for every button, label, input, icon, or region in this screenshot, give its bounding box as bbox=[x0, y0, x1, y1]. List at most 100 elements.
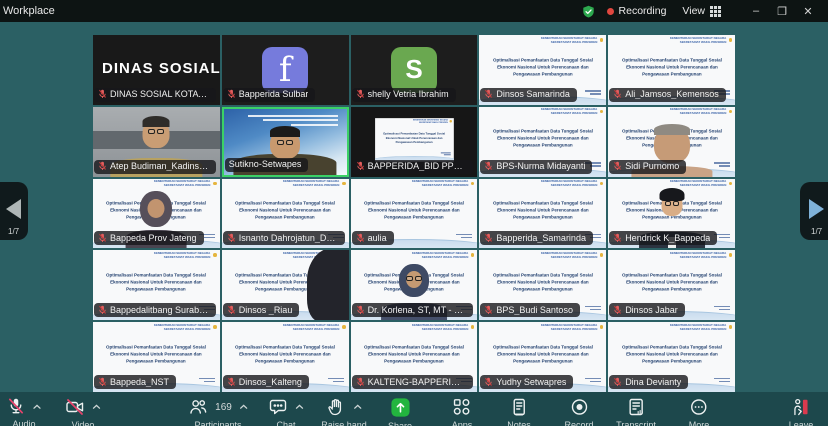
slide-logo-dot bbox=[729, 182, 733, 186]
participant-tile[interactable]: KEMENTERIAN SEKRETARIAT NEGARASEKRETARIA… bbox=[351, 179, 478, 249]
participant-tile[interactable]: KEMENTERIAN SEKRETARIAT NEGARASEKRETARIA… bbox=[351, 322, 478, 392]
muted-mic-icon bbox=[356, 89, 365, 99]
video-icon[interactable] bbox=[65, 397, 85, 417]
slide-title: Optimalisasi Pemanfaatan Data Tunggal So… bbox=[226, 344, 344, 365]
video-gallery-stage: DINAS SOSIAL...DINAS SOSIAL KOTA PALEM..… bbox=[0, 22, 828, 392]
chat-icon[interactable] bbox=[268, 397, 288, 417]
slide-title: Optimalisasi Pemanfaatan Data Tunggal So… bbox=[484, 200, 602, 221]
video-options-caret[interactable] bbox=[92, 404, 101, 410]
previous-page-button[interactable]: 1/7 bbox=[0, 182, 28, 240]
participants-button[interactable]: 169 Participants bbox=[188, 397, 248, 426]
participant-tile[interactable]: KEMENTERIAN SEKRETARIAT NEGARASEKRETARIA… bbox=[93, 322, 220, 392]
slide-logo-dot bbox=[213, 325, 217, 329]
participant-tile[interactable]: KEMENTERIAN SEKRETARIAT NEGARASEKRETARIA… bbox=[479, 250, 606, 320]
more-button[interactable]: More bbox=[689, 397, 710, 426]
participant-tile[interactable]: DINAS SOSIAL...DINAS SOSIAL KOTA PALEM..… bbox=[93, 35, 220, 105]
participant-name-badge: Hendrick K_Bappeda bbox=[609, 231, 717, 245]
apps-button[interactable]: Apps bbox=[452, 397, 473, 426]
participant-tile[interactable]: KEMENTERIAN SEKRETARIAT NEGARASEKRETARIA… bbox=[93, 250, 220, 320]
slide-logo-dot bbox=[342, 182, 346, 186]
participant-tile[interactable]: KEMENTERIAN SEKRETARIAT NEGARASEKRETARIA… bbox=[608, 322, 735, 392]
audio-options-caret[interactable] bbox=[33, 404, 42, 410]
participant-name-badge: BPS_Budi Santoso bbox=[480, 303, 580, 317]
participant-name-label: Dinsos _Riau bbox=[239, 305, 293, 315]
participant-name-badge: Isnanto Dahrojatun_DJPK bbox=[223, 231, 345, 245]
participant-tile[interactable]: KEMENTERIAN SEKRETARIAT NEGARASEKRETARIA… bbox=[608, 35, 735, 105]
slide-footer bbox=[714, 306, 730, 311]
next-page-button[interactable]: 1/7 bbox=[800, 182, 828, 240]
transcript-button[interactable]: Transcript bbox=[616, 397, 656, 426]
notes-button[interactable]: Notes bbox=[507, 397, 531, 426]
participant-tile[interactable]: KEMENTERIAN SEKRETARIAT NEGARASEKRETARIA… bbox=[479, 179, 606, 249]
raise-hand-controls bbox=[326, 397, 362, 417]
transcript-icon[interactable] bbox=[626, 397, 646, 417]
slide-logo-dot bbox=[213, 182, 217, 186]
audio-icon[interactable] bbox=[7, 397, 26, 416]
maximize-button[interactable]: ❐ bbox=[769, 5, 795, 18]
participant-name-label: Atep Budiman_Kadinsos Kot... bbox=[110, 161, 209, 171]
raise-hand-icon[interactable] bbox=[326, 397, 346, 417]
participant-name-badge: BPS-Nurma Midayanti bbox=[480, 160, 592, 174]
participant-tile[interactable]: Atep Budiman_Kadinsos Kot... bbox=[93, 107, 220, 177]
slide-header-line2: SEKRETARIAT WAKIL PRESIDEN bbox=[551, 40, 598, 43]
glasses-icon bbox=[406, 276, 422, 281]
participant-tile[interactable]: KEMENTERIAN SEKRETARIAT NEGARASEKRETARIA… bbox=[608, 250, 735, 320]
security-shield-icon[interactable] bbox=[582, 5, 595, 18]
participant-tile[interactable]: KEMENTERIAN SEKRETARIAT NEGARASEKRETARIA… bbox=[479, 35, 606, 105]
participant-name-label: Dina Devianty bbox=[625, 377, 681, 387]
participant-tile[interactable]: KEMENTERIAN SEKRETARIAT NEGARASEKRETARIA… bbox=[222, 322, 349, 392]
audio-label: Audio bbox=[12, 419, 35, 426]
more-label: More bbox=[689, 420, 710, 426]
leave-button[interactable]: Leave bbox=[789, 397, 814, 426]
participant-tile[interactable]: KEMENTERIAN SEKRETARIAT NEGARASEKRETARIA… bbox=[222, 250, 349, 320]
participant-tile[interactable]: Sshelly Vetria Ibrahim bbox=[351, 35, 478, 105]
participants-count: 169 bbox=[215, 402, 232, 413]
muted-mic-icon bbox=[227, 305, 236, 315]
chat-button[interactable]: Chat bbox=[268, 397, 304, 426]
apps-icon[interactable] bbox=[452, 397, 472, 417]
grid-view-icon bbox=[710, 6, 721, 17]
close-button[interactable]: ✕ bbox=[795, 5, 821, 18]
participant-tile[interactable]: KEMENTERIAN SEKRETARIAT NEGARASEKRETARIA… bbox=[351, 250, 478, 320]
participant-tile[interactable]: KEMENTERIAN SEKRETARIAT NEGARASEKRETARIA… bbox=[222, 179, 349, 249]
slide-logo-dot bbox=[342, 325, 346, 329]
share-icon[interactable] bbox=[390, 397, 411, 418]
record-button[interactable]: Record bbox=[564, 397, 593, 426]
slide-logo-dot bbox=[471, 182, 475, 186]
participant-tile[interactable]: Sutikno-Setwapes bbox=[222, 107, 349, 177]
more-icon[interactable] bbox=[689, 397, 709, 417]
view-button[interactable]: View bbox=[682, 5, 721, 17]
leave-icon[interactable] bbox=[791, 397, 811, 417]
share-button[interactable]: Share bbox=[388, 397, 412, 426]
right-arrow-icon bbox=[809, 199, 824, 219]
participant-tile[interactable]: KEMENTERIAN SEKRETARIAT NEGARASEKRETARIA… bbox=[479, 107, 606, 177]
participant-tile[interactable]: KEMENTERIAN SEKRETARIAT NEGARASEKRETARIA… bbox=[351, 107, 478, 177]
audio-button[interactable]: Audio bbox=[7, 397, 42, 426]
record-icon[interactable] bbox=[569, 397, 589, 417]
participants-options-caret[interactable] bbox=[239, 404, 248, 410]
leave-label: Leave bbox=[789, 420, 814, 426]
slide-footer bbox=[199, 378, 215, 383]
raise-hand-options-caret[interactable] bbox=[353, 404, 362, 410]
participant-tile[interactable]: KEMENTERIAN SEKRETARIAT NEGARASEKRETARIA… bbox=[608, 107, 735, 177]
notes-label: Notes bbox=[507, 420, 531, 426]
muted-mic-icon bbox=[484, 89, 493, 99]
participants-icon[interactable] bbox=[188, 397, 208, 417]
slide-header: KEMENTERIAN SEKRETARIAT NEGARASEKRETARIA… bbox=[154, 252, 210, 259]
notes-icon[interactable] bbox=[509, 397, 529, 417]
participants-label: Participants bbox=[194, 420, 241, 426]
participant-tile[interactable]: KEMENTERIAN SEKRETARIAT NEGARASEKRETARIA… bbox=[93, 179, 220, 249]
participant-tile[interactable]: fBapperida Sulbar bbox=[222, 35, 349, 105]
minimize-button[interactable]: – bbox=[743, 5, 769, 17]
shared-screen-frame: KEMENTERIAN SEKRETARIAT NEGARASEKRETARIA… bbox=[375, 118, 454, 161]
participant-tile[interactable]: KEMENTERIAN SEKRETARIAT NEGARASEKRETARIA… bbox=[479, 322, 606, 392]
raise-hand-button[interactable]: Raise hand bbox=[321, 397, 367, 426]
slide-header-line1: KEMENTERIAN SEKRETARIAT NEGARA bbox=[541, 37, 597, 40]
slide-logo-dot bbox=[600, 325, 604, 329]
chat-options-caret[interactable] bbox=[295, 404, 304, 410]
slide-header-line1: KEMENTERIAN SEKRETARIAT NEGARA bbox=[412, 180, 468, 183]
video-button[interactable]: Video bbox=[65, 397, 101, 426]
slide-header: KEMENTERIAN SEKRETARIAT NEGARASEKRETARIA… bbox=[541, 108, 597, 115]
participant-name-badge: Dina Devianty bbox=[609, 375, 688, 389]
participant-tile[interactable]: KEMENTERIAN SEKRETARIAT NEGARASEKRETARIA… bbox=[608, 179, 735, 249]
